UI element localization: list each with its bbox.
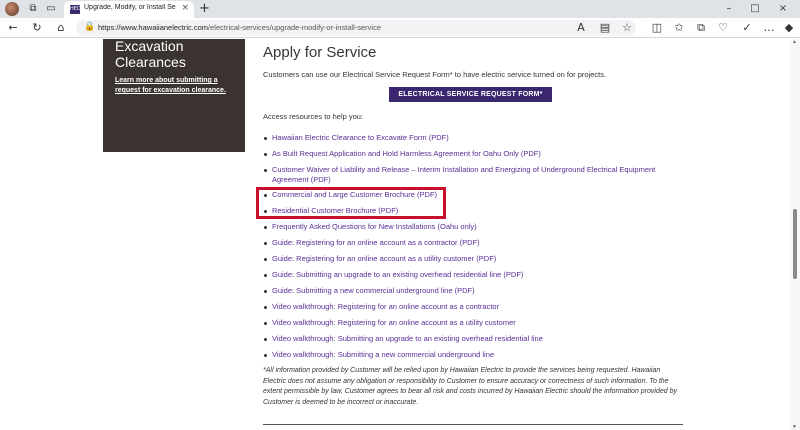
address-bar: ← ↻ ⌂ 🔒 https://www.hawaiianelectric.com… <box>0 18 800 38</box>
tab-active[interactable]: HEO Upgrade, Modify, or Install Servic × <box>64 1 194 18</box>
url-text: https://www.hawaiianelectric.com/electri… <box>98 23 382 32</box>
resource-link[interactable]: Guide: Registering for an online account… <box>263 238 673 248</box>
resource-link[interactable]: Guide: Submitting a new commercial under… <box>263 286 673 296</box>
close-window-icon[interactable]: × <box>776 2 790 16</box>
access-label: Access resources to help you: <box>263 112 364 121</box>
favorite-star-icon[interactable]: ☆ <box>620 21 634 35</box>
favorites-icon[interactable]: ✩ <box>672 21 686 35</box>
divider <box>263 424 683 425</box>
resource-link[interactable]: Guide: Submitting an upgrade to an exist… <box>263 270 673 280</box>
workspaces-icon[interactable]: ⧉ <box>26 2 40 16</box>
tab-close-icon[interactable]: × <box>181 3 189 13</box>
profile-avatar[interactable] <box>5 2 19 16</box>
maximize-icon[interactable]: □ <box>748 2 762 16</box>
service-request-form-button[interactable]: ELECTRICAL SERVICE REQUEST FORM* <box>389 87 552 102</box>
resource-link[interactable]: Video walkthrough: Registering for an on… <box>263 318 673 328</box>
intro-text: Customers can use our Electrical Service… <box>263 70 607 79</box>
page-scrollbar[interactable]: ▲ ▼ <box>790 39 800 430</box>
read-aloud-icon[interactable]: A <box>574 21 588 35</box>
scroll-up-icon[interactable]: ▲ <box>792 39 797 45</box>
resource-link[interactable]: As Built Request Application and Hold Ha… <box>263 149 673 159</box>
tab-title: Upgrade, Modify, or Install Servic <box>84 4 176 11</box>
home-icon[interactable]: ⌂ <box>54 21 68 35</box>
page-title: Apply for Service <box>263 44 377 61</box>
resource-list: Hawaiian Electric Clearance to Excavate … <box>263 133 673 360</box>
excavation-clearance-link[interactable]: Learn more about submitting a request fo… <box>115 76 233 96</box>
refresh-icon[interactable]: ↻ <box>30 21 44 35</box>
resource-link[interactable]: Hawaiian Electric Clearance to Excavate … <box>263 133 673 143</box>
split-screen-icon[interactable]: ◫ <box>650 21 664 35</box>
lock-icon[interactable]: 🔒 <box>84 22 95 32</box>
resource-link[interactable]: Frequently Asked Questions for New Insta… <box>263 222 673 232</box>
back-icon[interactable]: ← <box>6 21 20 35</box>
tab-actions-icon[interactable]: ▭ <box>44 2 58 16</box>
scrollbar-thumb[interactable] <box>793 209 797 279</box>
resource-link[interactable]: Video walkthrough: Submitting an upgrade… <box>263 334 673 344</box>
extensions-icon[interactable]: ✓ <box>740 21 754 35</box>
resource-link[interactable]: Video walkthrough: Submitting a new comm… <box>263 350 673 360</box>
card-heading: Excavation Clearances <box>115 39 186 70</box>
web-page: Excavation Clearances Learn more about s… <box>0 39 790 430</box>
url-bar[interactable]: 🔒 https://www.hawaiianelectric.com/elect… <box>76 20 636 36</box>
excavation-card: Excavation Clearances Learn more about s… <box>103 39 245 152</box>
resource-link[interactable]: Customer Waiver of Liability and Release… <box>263 165 673 185</box>
scroll-down-icon[interactable]: ▼ <box>792 424 797 430</box>
site-favicon-icon: HEO <box>70 5 81 14</box>
resource-link[interactable]: Video walkthrough: Registering for an on… <box>263 302 673 312</box>
new-tab-icon[interactable]: + <box>199 1 210 16</box>
collections-icon[interactable]: ⧉ <box>694 21 708 35</box>
main-content: Apply for Service Customers can use our … <box>263 39 683 425</box>
copilot-icon[interactable]: ◆ <box>782 21 796 35</box>
immersive-reader-icon[interactable]: ▤ <box>598 21 612 35</box>
disclaimer-text: *All information provided by Customer wi… <box>263 367 677 406</box>
tab-bar: ⧉ ▭ HEO Upgrade, Modify, or Install Serv… <box>0 0 800 18</box>
browser-essentials-icon[interactable]: ♡ <box>716 21 730 35</box>
minimize-icon[interactable]: – <box>722 2 736 16</box>
resource-link[interactable]: Guide: Registering for an online account… <box>263 254 673 264</box>
highlight-box <box>256 187 446 219</box>
more-menu-icon[interactable]: … <box>762 21 776 35</box>
